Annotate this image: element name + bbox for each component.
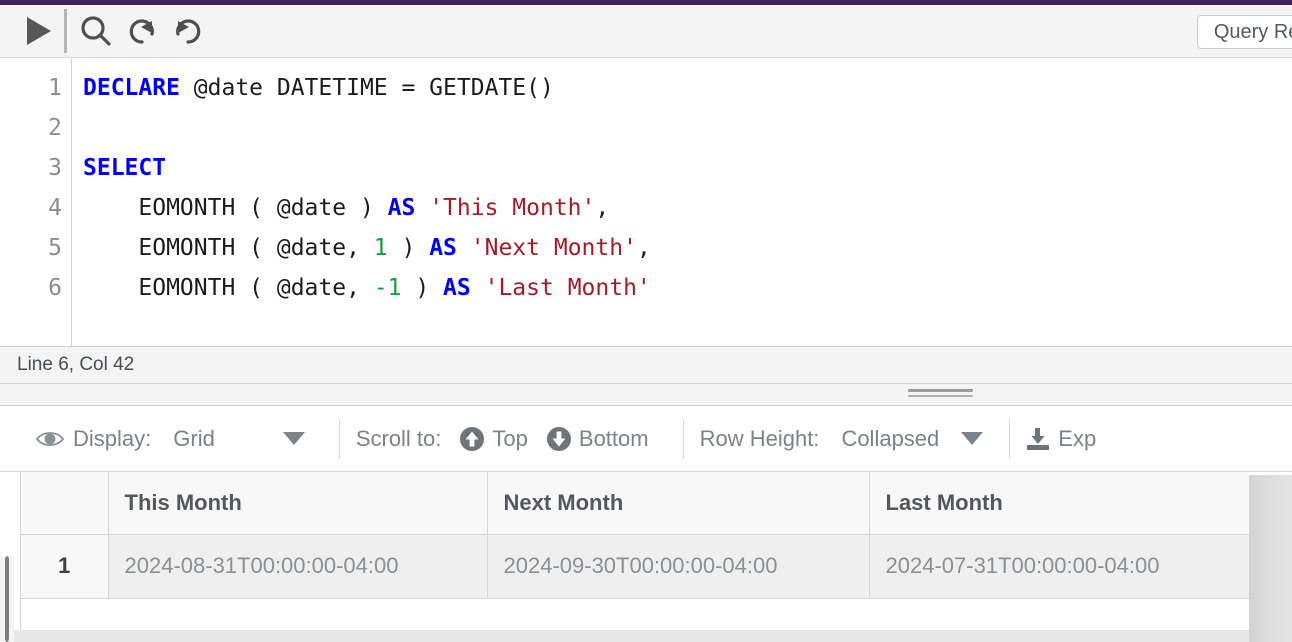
code-token: DECLARE [83,75,180,101]
grid-column-header[interactable]: This Month [108,472,488,535]
code-token: , [595,195,610,221]
editor-status-bar: Line 6, Col 42 [0,346,1292,384]
search-icon [79,14,113,48]
results-grid: This Month Next Month Last Month 1 2024-08-… [21,472,1249,599]
code-token: AS [443,275,471,301]
code-token: EOMONTH ( @date ) [83,195,388,221]
code-token: ) [387,235,430,261]
pane-splitter[interactable] [0,384,1292,406]
query-results-tab-label: Query Results (Appr [1213,20,1292,43]
run-query-button[interactable] [16,8,62,54]
code-token: 'This Month' [429,195,596,221]
toolbar-left-group [0,5,211,57]
cursor-position-label: Line 6, Col 42 [17,354,135,375]
redo-icon [171,14,205,48]
sql-editor-window: Query Results (Appr 1 2 3 4 5 6 DECLARE @date… [0,0,1292,642]
grid-column-header[interactable]: Last Month [869,472,1249,535]
grid-vertical-scrollbar[interactable] [0,556,14,642]
code-token: 1 [373,235,388,261]
scroll-control-group: Scroll to: Top Bottom [356,406,649,471]
code-line: SELECT [83,148,1292,188]
scroll-to-label: Scroll to: [355,425,442,451]
display-value[interactable]: Grid [173,426,215,452]
row-height-label: Row Height: [699,425,820,451]
splitter-drag-handle[interactable] [908,389,973,399]
scroll-bottom-button[interactable]: Bottom [579,426,649,452]
grid-bottom-strip [14,630,1249,642]
toolbar-divider [338,418,340,459]
grid-right-overflow-cap [1249,472,1292,475]
sql-code-editor[interactable]: 1 2 3 4 5 6 DECLARE @date DATETIME = GETDATE(… [0,58,1292,346]
play-icon [24,15,54,47]
toolbar-divider [64,9,67,53]
line-number: 3 [48,155,62,181]
code-token: SELECT [83,155,167,181]
export-button-label: Exp [1058,425,1097,451]
scroll-top-button[interactable]: Top [492,426,527,452]
code-token: , [636,235,651,261]
toolbar-right-group: Query Results (Appr [1196,15,1292,49]
search-button[interactable] [73,8,119,54]
code-token: EOMONTH ( @date, [83,275,374,301]
toolbar-divider [1009,418,1011,459]
code-line: EOMONTH ( @date, 1 ) AS 'Next Month', [83,228,1292,268]
grid-cell[interactable]: 2024-09-30T00:00:00-04:00 [487,534,870,599]
grid-header: This Month Next Month Last Month [21,472,1249,535]
code-token: EOMONTH ( @date, [83,235,374,261]
row-index-cell[interactable]: 1 [21,534,109,599]
code-token: @date DATETIME = GETDATE() [179,75,554,101]
arrow-down-circle-icon[interactable] [546,426,572,452]
line-number-gutter: 1 2 3 4 5 6 [14,58,72,346]
download-icon [1024,426,1052,452]
row-height-control-group: Row Height: Collapsed [700,406,984,471]
grid-right-overflow-shadow [1249,472,1292,642]
chevron-down-icon[interactable] [282,432,305,445]
grid-header-row: This Month Next Month Last Month [21,472,1249,535]
grid-cell[interactable]: 2024-08-31T00:00:00-04:00 [108,534,488,599]
results-toolbar: Display: Grid Scroll to: Top Bottom Row … [0,406,1292,472]
code-token: ) [401,275,444,301]
splitter-line [908,395,973,397]
grid-left-border [14,472,21,642]
export-control-group[interactable]: Exp [1024,406,1096,471]
undo-button[interactable] [119,8,165,54]
row-height-value[interactable]: Collapsed [841,426,939,452]
query-results-tab[interactable]: Query Results (Appr [1196,15,1292,49]
code-line: EOMONTH ( @date, -1 ) AS 'Last Month' [83,268,1292,308]
line-number: 5 [48,235,62,261]
grid-cell[interactable]: 2024-07-31T00:00:00-04:00 [869,534,1249,599]
toolbar-divider [682,418,684,459]
code-line: EOMONTH ( @date ) AS 'This Month', [83,188,1292,228]
code-token: AS [387,195,416,221]
grid-vertical-scrollbar-thumb[interactable] [3,556,11,642]
code-content[interactable]: DECLARE @date DATETIME = GETDATE() SELEC… [72,58,1292,346]
results-grid-container[interactable]: This Month Next Month Last Month 1 2024-08-… [21,472,1249,642]
undo-icon [125,14,159,48]
display-label: Display: [73,425,152,451]
arrow-up-circle-icon[interactable] [459,426,485,452]
code-token: 'Last Month' [484,275,651,301]
code-line: DECLARE @date DATETIME = GETDATE() [83,68,1292,108]
splitter-line [908,389,973,392]
grid-column-header[interactable]: Next Month [487,472,870,535]
code-token: -1 [373,275,402,301]
eye-icon [36,429,64,449]
code-token: AS [429,235,457,261]
line-number: 2 [48,115,62,141]
redo-button[interactable] [165,8,211,54]
display-control-group: Display: Grid [36,406,305,471]
chevron-down-icon[interactable] [961,432,984,445]
line-number: 6 [48,275,62,301]
line-number: 1 [48,75,62,101]
table-row[interactable]: 1 2024-08-31T00:00:00-04:00 2024-09-30T00:… [21,534,1249,599]
grid-body: 1 2024-08-31T00:00:00-04:00 2024-09-30T00:… [21,534,1249,599]
grid-corner-cell [21,472,109,535]
line-number: 4 [48,195,62,221]
code-token: 'Next Month' [470,235,637,261]
editor-toolbar: Query Results (Appr [0,5,1292,58]
